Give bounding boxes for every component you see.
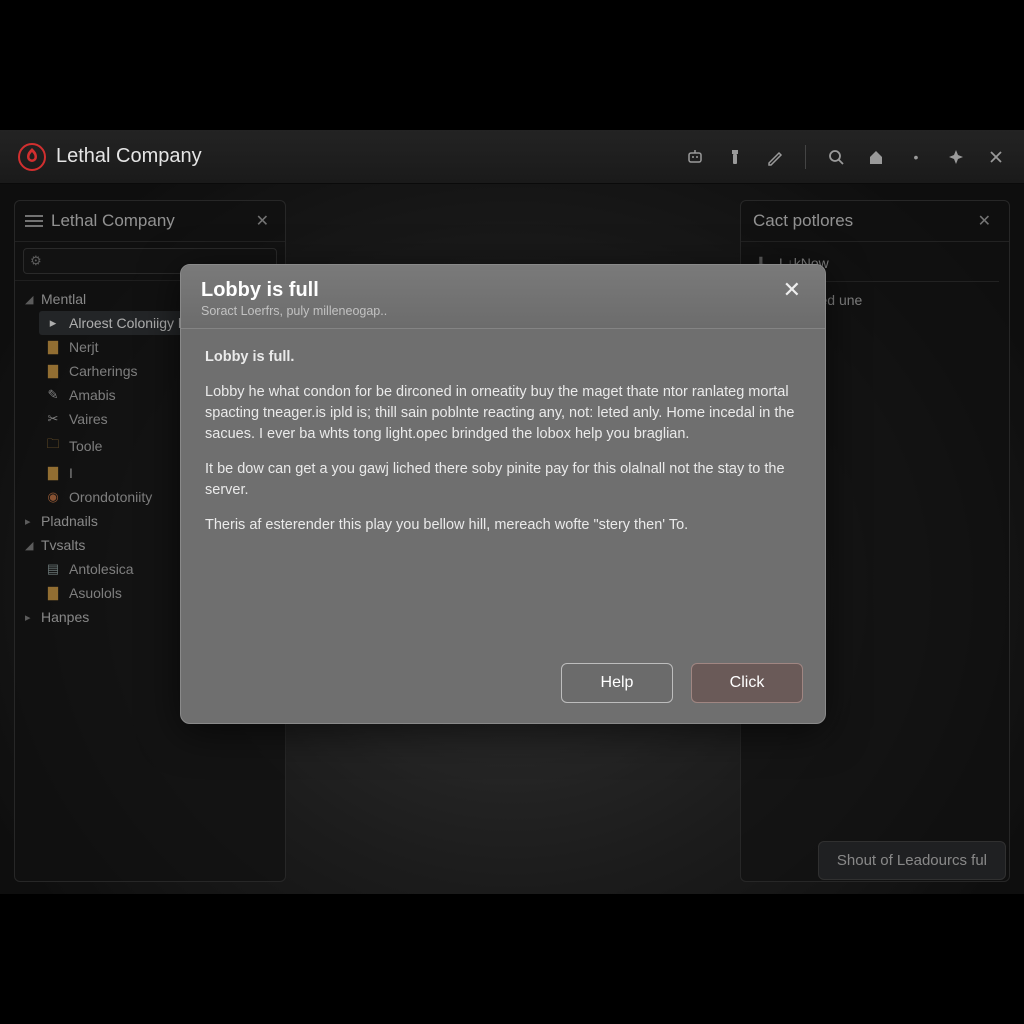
click-button-label: Click [730, 674, 765, 691]
dialog-header: Lobby is full Soract Loerfrs, puly mille… [181, 265, 825, 329]
letterbox-top [0, 0, 1024, 130]
brand-logo-icon [18, 143, 46, 171]
brand: Lethal Company [18, 143, 202, 171]
lobby-full-dialog: Lobby is full Soract Loerfrs, puly mille… [180, 264, 826, 724]
dialog-paragraph: It be dow can get a you gawj liched ther… [205, 459, 801, 501]
home-icon[interactable] [866, 147, 886, 167]
pencil-icon[interactable] [765, 147, 785, 167]
letterbox-bottom [0, 894, 1024, 1024]
dialog-subtitle: Soract Loerfrs, puly milleneogap.. [201, 304, 387, 318]
click-button[interactable]: Click [691, 663, 803, 703]
robot-icon[interactable] [685, 147, 705, 167]
sparkle-icon[interactable] [946, 147, 966, 167]
search-icon[interactable] [826, 147, 846, 167]
titlebar-actions: • [685, 145, 1006, 169]
app-window: Lethal Company • Lethal Company ✕ ⚙ [0, 130, 1024, 894]
dialog-actions: Help Click [181, 649, 825, 723]
dialog-title: Lobby is full [201, 279, 387, 302]
dialog-paragraph: Lobby he what condon for be dirconed in … [205, 382, 801, 445]
app-title: Lethal Company [56, 145, 202, 168]
window-close-icon[interactable] [986, 147, 1006, 167]
titlebar: Lethal Company • [0, 130, 1024, 184]
dialog-close-icon[interactable]: ✕ [779, 279, 805, 301]
dialog-paragraph: Theris af esterender this play you bello… [205, 515, 801, 536]
dialog-lead: Lobby is full. [205, 347, 801, 368]
flashlight-icon[interactable] [725, 147, 745, 167]
toolbar-separator [805, 145, 806, 169]
help-button-label: Help [601, 674, 634, 691]
workspace: Lethal Company ✕ ⚙ ◢ Mentlal [0, 184, 1024, 894]
help-button[interactable]: Help [561, 663, 673, 703]
more-icon[interactable]: • [906, 147, 926, 167]
dialog-body: Lobby is full. Lobby he what condon for … [181, 329, 825, 649]
